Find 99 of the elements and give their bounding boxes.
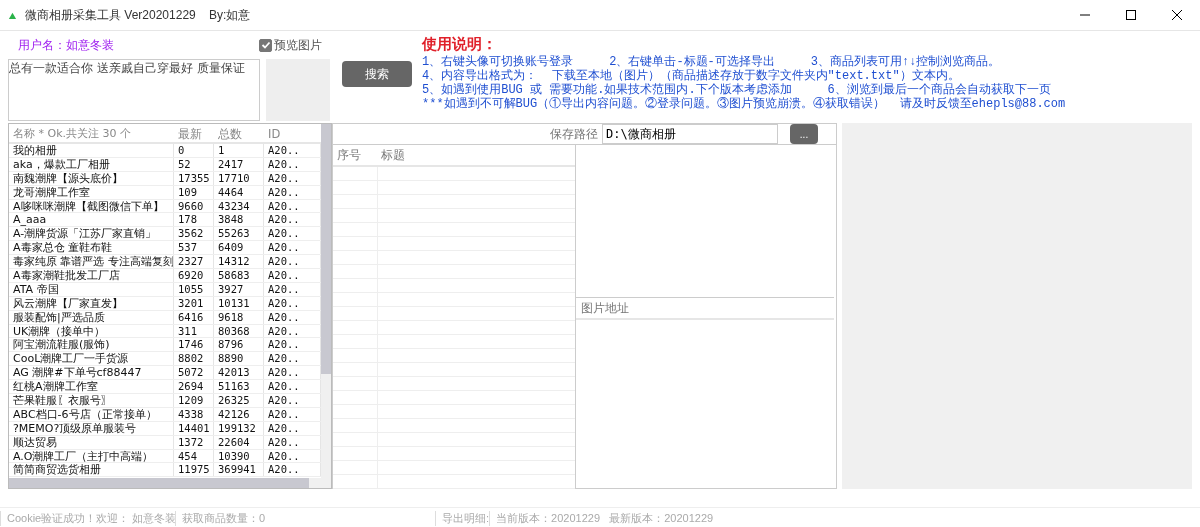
table-cell: 顺达贸易 (9, 435, 174, 449)
column-header[interactable]: 序号 (333, 146, 381, 164)
table-cell: 3562 (174, 227, 214, 241)
table-cell: 1372 (174, 435, 214, 449)
table-cell: 311 (174, 324, 214, 338)
table-cell: 5072 (174, 366, 214, 380)
status-text: 导出明细: (435, 511, 490, 526)
column-header: 图片地址 (576, 298, 834, 320)
table-cell: 简简商贸选货相册 (9, 463, 174, 477)
status-text: 当前版本：20201229 最新版本：20201229 (489, 511, 714, 526)
table-cell: CooL潮牌工厂一手货源 (9, 352, 174, 366)
table-cell: 8890 (214, 352, 264, 366)
table-cell: 服装配饰|严选品质 (9, 310, 174, 324)
table-cell: 1209 (174, 394, 214, 407)
table-cell: 17355 (174, 171, 214, 185)
table-cell: 178 (174, 213, 214, 227)
column-header[interactable]: 标题 (381, 146, 405, 164)
description-field[interactable]: 总有一款适合你 送亲戚自己穿最好 质量保证 (8, 59, 260, 121)
table-cell: 9660 (174, 199, 214, 213)
column-header[interactable]: 名称 * Ok.共关注 30 个 (9, 124, 174, 142)
table-cell: aka，爆款工厂相册 (9, 157, 174, 171)
window-title: 微商相册采集工具 Ver20201229 By:如意 (25, 6, 252, 24)
table-cell: 42126 (214, 407, 264, 421)
table-cell: 42013 (214, 366, 264, 380)
browse-button[interactable]: ... (790, 124, 818, 144)
table-cell: A毒家总仓 童鞋布鞋 (9, 241, 174, 255)
search-button[interactable]: 搜索 (342, 61, 412, 87)
status-text: Cookie验证成功！欢迎： 如意冬装 (0, 511, 175, 526)
table-cell: ABC档口-6号店（正常接单） (9, 407, 174, 421)
table-cell: 芒果鞋服〖衣服号〗 (9, 394, 174, 407)
table-cell: A_aaa (9, 213, 174, 227)
table-cell: 4338 (174, 407, 214, 421)
table-cell: 22604 (214, 435, 264, 449)
table-cell: 9618 (214, 310, 264, 324)
table-cell: 199132 (214, 421, 264, 435)
table-cell: 17710 (214, 171, 264, 185)
table-cell: 1055 (174, 282, 214, 296)
table-cell: 南魏潮牌【源头底价】 (9, 171, 174, 185)
table-cell: 毒家纯原 靠谱严选 专注高端复刻 (9, 255, 174, 268)
table-cell: A.O潮牌工厂（主打中高端） (9, 449, 174, 463)
check-icon (260, 40, 271, 50)
table-cell: 10390 (214, 449, 264, 463)
table-cell: 6920 (174, 269, 214, 282)
instructions-heading: 使用说明： (422, 34, 498, 55)
table-cell: 11975 (174, 463, 214, 477)
table-cell: 109 (174, 185, 214, 199)
table-cell: 8802 (174, 352, 214, 366)
table-cell: 43234 (214, 199, 264, 213)
table-cell: 51163 (214, 380, 264, 394)
table-cell: 龙哥潮牌工作室 (9, 185, 174, 199)
table-cell: ?MEMO?顶级原单服装号 (9, 421, 174, 435)
table-cell: 红桃A潮牌工作室 (9, 380, 174, 394)
save-path-field[interactable]: D:\微商相册 (602, 124, 778, 144)
table-cell: 4464 (214, 185, 264, 199)
table-cell: 52 (174, 157, 214, 171)
table-cell: 80368 (214, 324, 264, 338)
table-cell: 我的相册 (9, 144, 174, 157)
table-cell: 6409 (214, 241, 264, 255)
app-icon (8, 10, 17, 20)
table-cell: 14312 (214, 255, 264, 268)
table-cell: 3848 (214, 213, 264, 227)
table-cell: 26325 (214, 394, 264, 407)
save-path-label: 保存路径 (550, 125, 598, 143)
preview-checkbox[interactable]: 预览图片 (259, 36, 322, 54)
table-cell: 1746 (174, 338, 214, 352)
table-cell: 537 (174, 241, 214, 255)
table-cell: 3201 (174, 296, 214, 310)
table-cell: ATA 帝国 (9, 282, 174, 296)
table-cell: 风云潮牌【厂家直发】 (9, 296, 174, 310)
table-cell: A-潮牌货源「江苏厂家直销」 (9, 227, 174, 241)
table-cell: 2417 (214, 157, 264, 171)
table-cell: UK潮牌（接单中） (9, 324, 174, 338)
instruction-line: 1、右键头像可切换账号登录 2、右键单击-标题-可选择导出 3、商品列表可用↑↓控制浏览商品。 (422, 55, 1002, 69)
table-cell: 58683 (214, 269, 264, 282)
scrollbar-thumb[interactable] (321, 124, 331, 374)
table-cell: 55263 (214, 227, 264, 241)
table-cell: 2694 (174, 380, 214, 394)
table-cell: 阿宝潮流鞋服(服饰) (9, 338, 174, 352)
table-cell: 3927 (214, 282, 264, 296)
table-cell: A毒家潮鞋批发工厂店 (9, 269, 174, 282)
table-cell: 454 (174, 449, 214, 463)
column-header[interactable]: ID (264, 124, 321, 142)
table-cell: AG 潮牌#下单号cf88447 (9, 366, 174, 380)
status-text: 获取商品数量：0 (175, 511, 435, 526)
table-cell: 10131 (214, 296, 264, 310)
table-cell: A哆咪咪潮牌【截图微信下单】 (9, 199, 174, 213)
table-cell: 0 (174, 144, 214, 157)
column-header[interactable]: 总数 (214, 124, 264, 142)
instruction-line: ***如遇到不可解BUG（①导出内容问题。②登录问题。③图片预览崩溃。④获取错误） 请及时反馈至ehepls@88.com (422, 97, 1066, 111)
table-cell: 2327 (174, 255, 214, 268)
table-cell: 8796 (214, 338, 264, 352)
table-cell: 369941 (214, 463, 264, 477)
table-cell: 14401 (174, 421, 214, 435)
instruction-line: 4、内容导出格式为： 下载至本地（图片）（商品描述存放于数字文件夹内"text.txt"）文本内。 (422, 69, 961, 83)
table-cell: 1 (214, 144, 264, 157)
username-label: 用户名：如意冬装 (18, 36, 114, 54)
column-header[interactable]: 最新 (174, 124, 214, 142)
instruction-line: 5、如遇到使用BUG 或 需要功能.如果技术范围内.下个版本考虑添加 6、浏览到最后一个商品会自动获取下一页 (422, 83, 1052, 97)
table-cell: 6416 (174, 310, 214, 324)
